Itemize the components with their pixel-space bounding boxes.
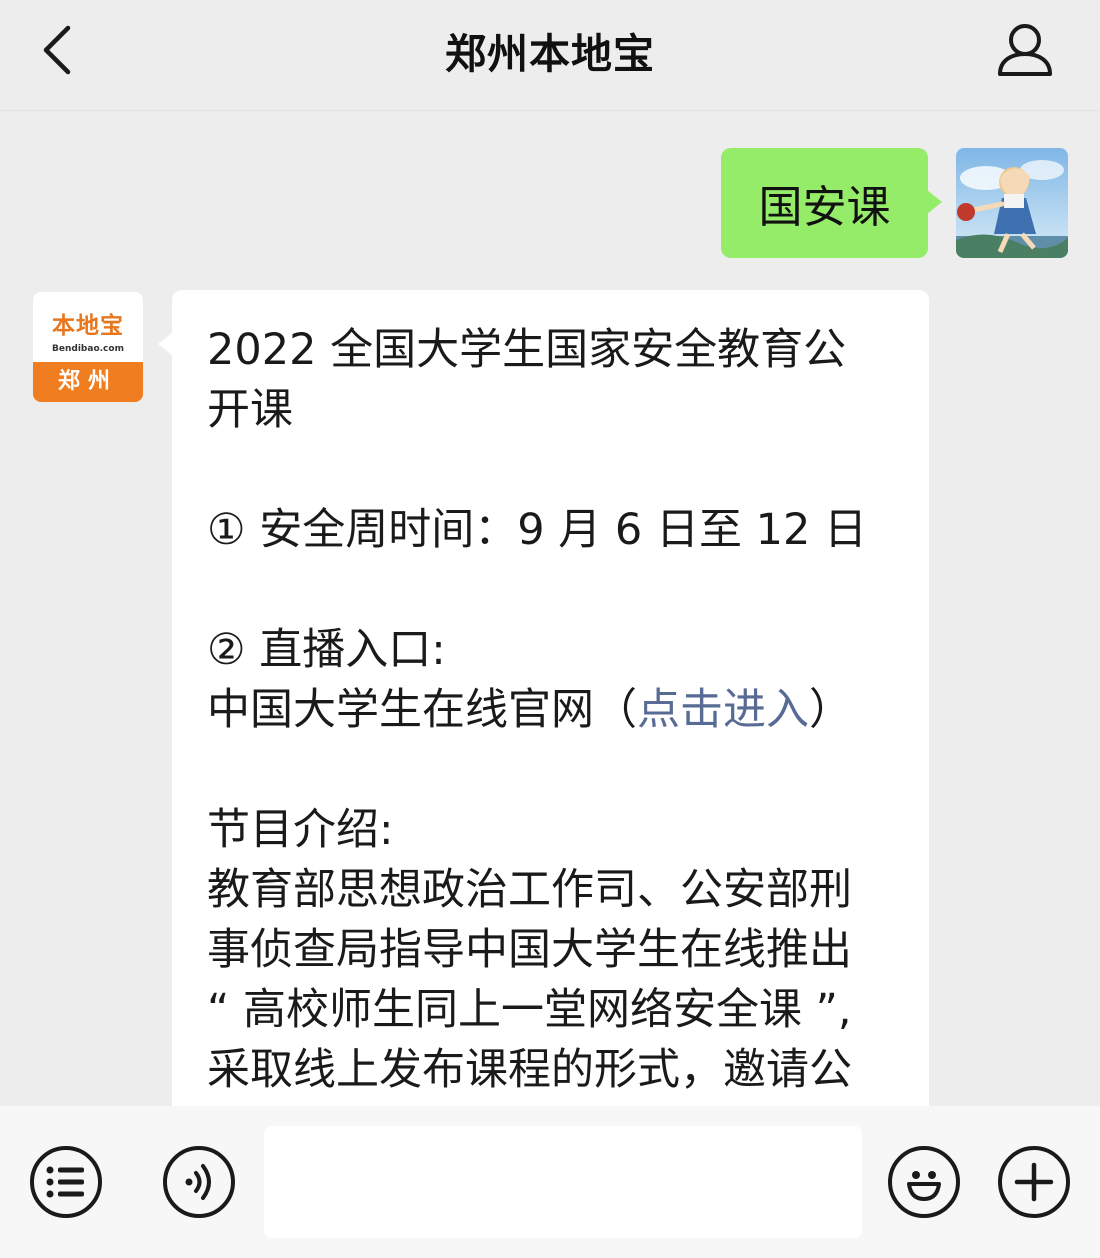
live-entry-prefix: 中国大学生在线官网（ <box>207 685 637 735</box>
official-account-avatar[interactable]: 本地宝 Bendibao.com 郑州 <box>33 292 143 402</box>
logo-text: 本地宝 <box>52 313 124 339</box>
top-bar: 郑州本地宝 <box>0 0 1100 111</box>
program-intro-line: 教育部思想政治工作司、公安部刑 <box>207 865 852 915</box>
message-title-line: 2022 全国大学生国家安全教育公 <box>207 325 847 375</box>
live-entry-suffix: ） <box>809 685 852 735</box>
message-text: 2022 全国大学生国家安全教育公 开课 ① 安全周时间：9 月 6 日至 12… <box>207 320 907 1100</box>
city-label: 郑州 <box>33 362 143 402</box>
chat-area[interactable]: 国安课 本地宝 Bendibao.com 郑州 2022 全国大学生国家安全教育… <box>0 111 1100 1106</box>
voice-icon <box>185 1164 211 1200</box>
logo-area: 本地宝 Bendibao.com <box>33 292 143 362</box>
program-intro-line: 事侦查局指导中国大学生在线推出 <box>207 925 852 975</box>
program-intro-line: 采取线上发布课程的形式，邀请公 <box>207 1045 852 1095</box>
list-menu-icon <box>46 1166 84 1198</box>
click-enter-link[interactable]: 点击进入 <box>637 685 809 735</box>
sent-message-bubble[interactable]: 国安课 <box>721 148 942 258</box>
program-intro-line: “ 高校师生同上一堂网络安全课 ”, <box>207 985 852 1035</box>
more-button[interactable] <box>998 1146 1070 1218</box>
voice-button[interactable] <box>163 1146 235 1218</box>
profile-button[interactable] <box>990 18 1060 82</box>
bottom-input-bar <box>0 1106 1100 1258</box>
program-intro-label: 节目介绍: <box>207 805 394 855</box>
anime-girl-avatar-image <box>956 148 1068 258</box>
message-title-line: 开课 <box>207 385 293 435</box>
live-entry-line: 中国大学生在线官网（点击进入） <box>207 680 907 740</box>
received-message-bubble[interactable]: 2022 全国大学生国家安全教育公 开课 ① 安全周时间：9 月 6 日至 12… <box>158 290 929 1106</box>
message-input[interactable] <box>264 1126 862 1238</box>
safety-week-time-line: ① 安全周时间：9 月 6 日至 12 日 <box>207 505 867 555</box>
user-icon <box>998 24 1052 76</box>
plus-icon <box>1014 1162 1054 1202</box>
page-title: 郑州本地宝 <box>445 30 655 78</box>
my-avatar[interactable] <box>956 148 1068 258</box>
emoji-icon <box>907 1171 941 1201</box>
menu-button[interactable] <box>30 1146 102 1218</box>
live-entry-label: ② 直播入口: <box>207 625 446 675</box>
logo-url-text: Bendibao.com <box>52 344 124 354</box>
emoji-button[interactable] <box>888 1146 960 1218</box>
